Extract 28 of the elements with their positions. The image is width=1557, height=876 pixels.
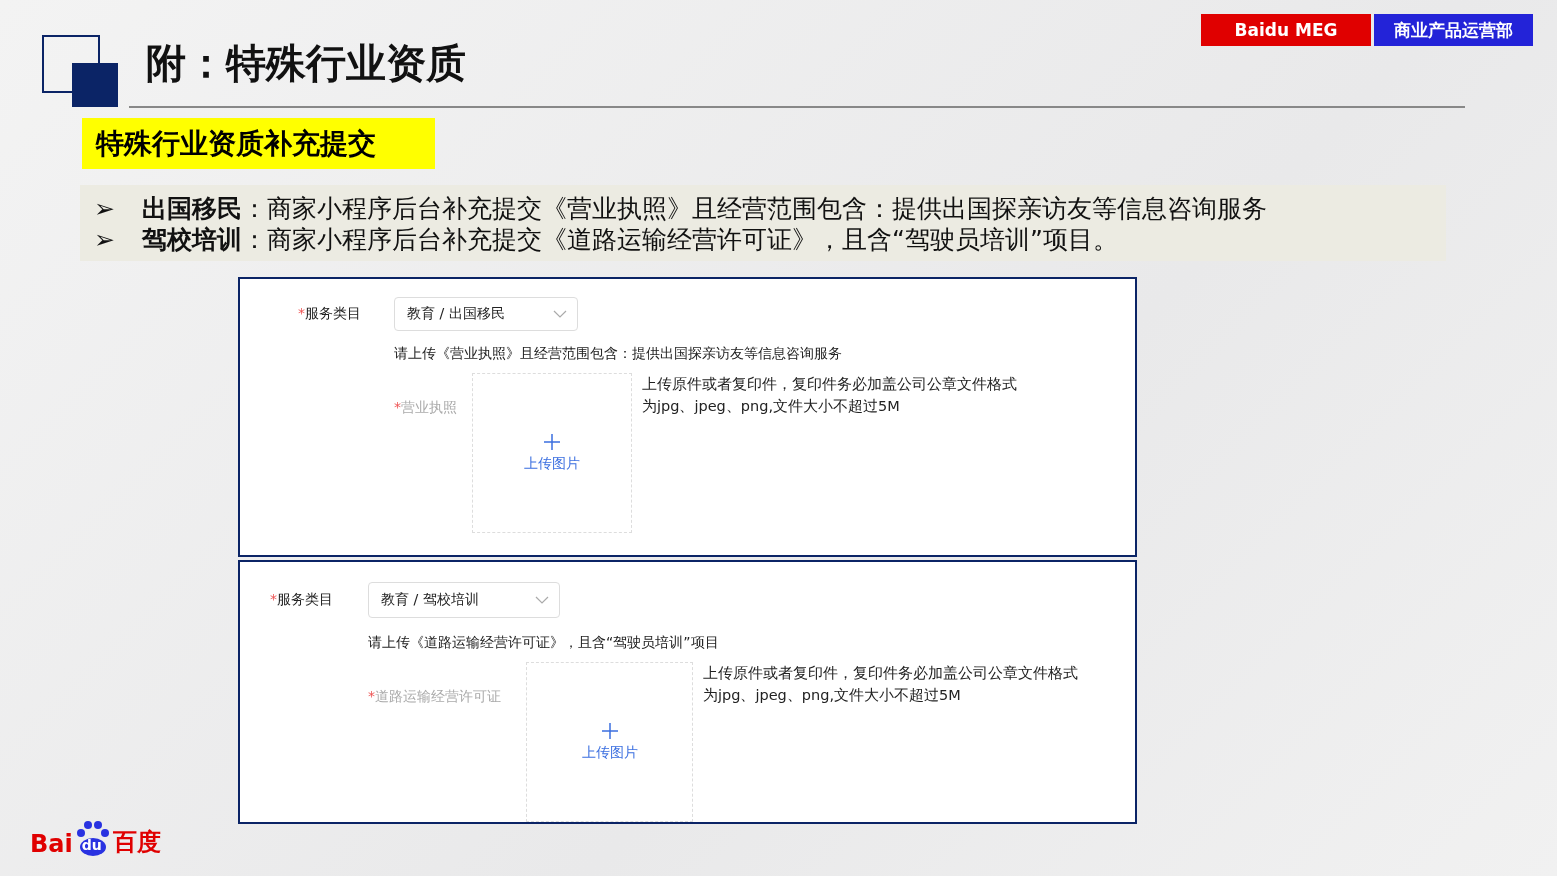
field-label: *营业执照 <box>394 399 458 417</box>
category-select[interactable]: 教育 / 驾校培训 <box>368 582 560 618</box>
section-label: 特殊行业资质补充提交 <box>82 118 435 169</box>
bullet-marker: ➢ <box>94 193 116 224</box>
upload-hint: 为jpg、jpeg、png,文件大小不超过5M <box>703 686 962 705</box>
bullet-text: 出国移民：商家小程序后台补充提交《营业执照》且经营范围包含：提供出国探亲访友等信息咨询服务 <box>142 193 1267 224</box>
bullet-marker: ➢ <box>94 224 116 255</box>
category-select[interactable]: 教育 / 出国移民 <box>394 297 578 331</box>
field-label: *服务类目 <box>270 591 334 609</box>
upload-hint: 上传原件或者复印件，复印件务必加盖公司公章文件格式 <box>642 375 1017 394</box>
bullet-text: 驾校培训：商家小程序后台补充提交《道路运输经营许可证》，且含“驾驶员培训”项目。 <box>142 224 1118 255</box>
logo: Bai du 百度 <box>30 818 161 858</box>
plus-icon <box>543 433 561 451</box>
instruction-text: 请上传《营业执照》且经营范围包含：提供出国探亲访友等信息咨询服务 <box>394 345 843 363</box>
upload-hint: 为jpg、jpeg、png,文件大小不超过5M <box>642 397 901 416</box>
field-label: *服务类目 <box>298 305 362 323</box>
squares-icon <box>42 35 118 107</box>
department-label: Baidu MEG <box>1201 14 1371 46</box>
upload-area[interactable]: 上传图片 <box>472 373 632 533</box>
upload-area[interactable]: 上传图片 <box>526 662 693 822</box>
chevron-icon <box>553 310 567 318</box>
chevron-icon <box>535 596 549 604</box>
upload-hint: 上传原件或者复印件，复印件务必加盖公司公章文件格式 <box>703 664 1078 683</box>
field-label: *道路运输经营许可证 <box>368 688 502 706</box>
department-label: 商业产品运营部 <box>1374 14 1533 46</box>
instruction-text: 请上传《道路运输经营许可证》，且含“驾驶员培训”项目 <box>368 634 720 652</box>
slide-title: 附：特殊行业资质 <box>146 39 466 88</box>
plus-icon <box>600 722 619 740</box>
